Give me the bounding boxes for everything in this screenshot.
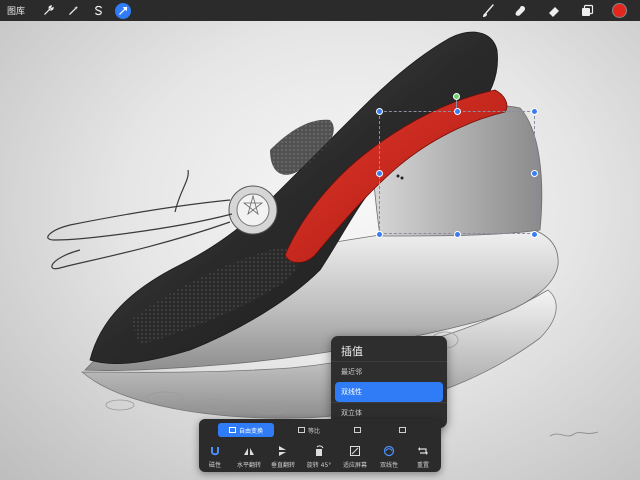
layers-button[interactable] bbox=[579, 3, 595, 19]
brush-button[interactable] bbox=[480, 3, 496, 19]
transform-panel: 自由变换 等比 磁性 水平翻转 垂直翻转 旋转 45° 适应屏幕 双线性 重置 bbox=[199, 419, 441, 472]
interpolation-popover: 插值 最近邻 双线性 双立体 bbox=[331, 336, 447, 428]
flip-vertical-icon bbox=[279, 446, 286, 456]
handle-top-center[interactable] bbox=[454, 108, 461, 115]
interpolation-button[interactable]: 双线性 bbox=[371, 443, 407, 470]
magnetics-label: 磁性 bbox=[208, 462, 221, 469]
top-toolbar: 图库 bbox=[0, 0, 640, 21]
wrench-icon bbox=[43, 5, 54, 15]
shoe-sketch-artwork bbox=[47, 31, 599, 437]
rotate-45-button[interactable]: 旋转 45° bbox=[301, 443, 337, 470]
gallery-button[interactable]: 图库 bbox=[7, 4, 25, 17]
selection-button[interactable] bbox=[90, 3, 106, 19]
flip-horizontal-icon bbox=[244, 448, 254, 455]
flip-horizontal-label: 水平翻转 bbox=[236, 462, 261, 469]
handle-top-left[interactable] bbox=[376, 108, 383, 115]
rotation-handle[interactable] bbox=[453, 93, 460, 100]
flip-vertical-label: 垂直翻转 bbox=[270, 462, 295, 469]
eraser-icon bbox=[549, 6, 559, 17]
eraser-button[interactable] bbox=[546, 3, 562, 19]
layers-icon bbox=[582, 4, 594, 16]
mode-uniform[interactable]: 等比 bbox=[284, 423, 334, 437]
rotate-45-label: 旋转 45° bbox=[306, 462, 332, 469]
mode-uniform-label: 等比 bbox=[307, 427, 320, 435]
freeform-mode-icon bbox=[228, 427, 236, 433]
flip-vertical-button[interactable]: 垂直翻转 bbox=[265, 443, 301, 470]
brush-icon bbox=[483, 3, 494, 17]
fit-to-screen-icon bbox=[350, 446, 360, 456]
smudge-button[interactable] bbox=[513, 3, 529, 19]
magic-wand-icon bbox=[68, 5, 78, 15]
transform-action-row: 磁性 水平翻转 垂直翻转 旋转 45° 适应屏幕 双线性 重置 bbox=[199, 443, 441, 470]
interpolation-label: 双线性 bbox=[379, 462, 398, 469]
right-tool-group bbox=[480, 0, 640, 21]
handle-top-right[interactable] bbox=[531, 108, 538, 115]
drawing-canvas[interactable] bbox=[0, 21, 640, 480]
mode-freeform-label: 自由变换 bbox=[238, 427, 263, 435]
mode-warp[interactable] bbox=[384, 423, 424, 437]
warp-mode-icon bbox=[399, 427, 406, 433]
magnetics-button[interactable]: 磁性 bbox=[197, 443, 233, 470]
mode-distort[interactable] bbox=[339, 423, 379, 437]
uniform-mode-icon bbox=[297, 427, 305, 433]
actions-wrench-button[interactable] bbox=[40, 3, 56, 19]
interpolation-icon bbox=[383, 445, 395, 457]
adjustments-button[interactable] bbox=[65, 3, 81, 19]
selection-s-icon bbox=[94, 5, 102, 16]
handle-bottom-right[interactable] bbox=[531, 231, 538, 238]
handle-middle-left[interactable] bbox=[376, 170, 383, 177]
handle-middle-right[interactable] bbox=[531, 170, 538, 177]
magnet-icon bbox=[211, 447, 219, 456]
fit-to-screen-button[interactable]: 适应屏幕 bbox=[337, 443, 373, 470]
transform-arrow-icon bbox=[118, 6, 127, 15]
option-bilinear[interactable]: 双线性 bbox=[335, 382, 443, 402]
reset-button[interactable]: 重置 bbox=[405, 443, 441, 470]
smudge-icon bbox=[515, 5, 526, 16]
fit-to-screen-label: 适应屏幕 bbox=[342, 462, 367, 469]
reset-icon bbox=[418, 447, 428, 455]
option-nearest-neighbor[interactable]: 最近邻 bbox=[331, 361, 447, 382]
distort-mode-icon bbox=[354, 427, 361, 433]
mode-freeform[interactable]: 自由变换 bbox=[218, 423, 274, 437]
rotate-icon bbox=[316, 445, 324, 456]
handle-bottom-center[interactable] bbox=[454, 231, 461, 238]
color-picker-swatch[interactable] bbox=[612, 3, 627, 18]
flip-horizontal-button[interactable]: 水平翻转 bbox=[231, 443, 267, 470]
handle-bottom-left[interactable] bbox=[376, 231, 383, 238]
transform-button[interactable] bbox=[115, 2, 132, 19]
transform-mode-row: 自由变换 等比 bbox=[199, 423, 441, 440]
reset-label: 重置 bbox=[416, 462, 429, 469]
popover-title: 插值 bbox=[341, 345, 363, 358]
